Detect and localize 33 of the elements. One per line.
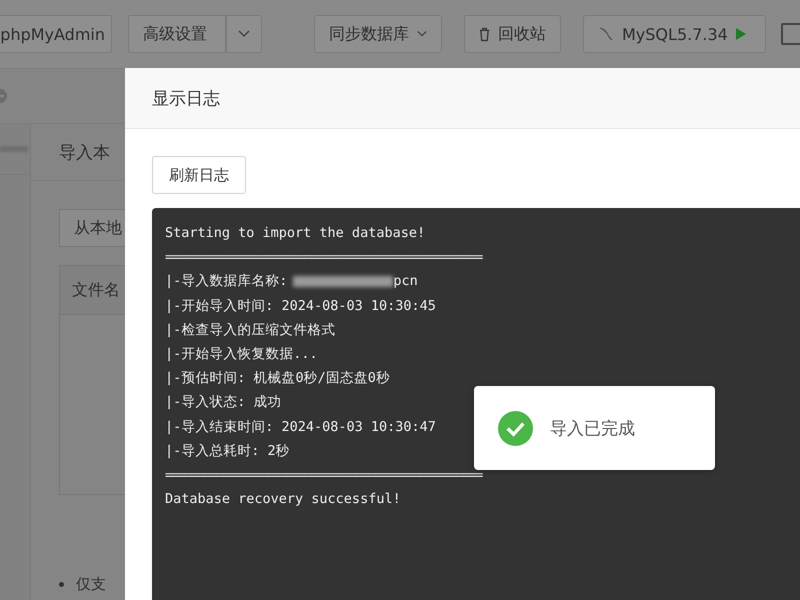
toolbar-button[interactable]: 同步数据库 (314, 15, 442, 53)
play-icon (736, 28, 746, 40)
document-icon[interactable] (781, 23, 800, 45)
log-text: pcn (393, 272, 418, 292)
log-separator: ================================================== (165, 248, 482, 266)
log-line: |-开始导入恢复数据... (165, 345, 318, 364)
log-line: |-导入总耗时: 2秒 (165, 442, 290, 461)
toolbar-button[interactable]: MySQL5.7.34 (583, 15, 766, 53)
modal-title: 显示日志 (152, 88, 220, 110)
log-line: Database recovery successful! (165, 490, 401, 510)
note-text: 仅支 (76, 575, 106, 594)
section-title: 导入本 (59, 142, 110, 164)
log-line: |-导入状态: 成功 (165, 393, 282, 412)
chevron-down-icon (238, 30, 250, 38)
toolbar-button[interactable]: 回收站 (464, 15, 561, 53)
trash-icon (479, 26, 490, 42)
toast-message: 导入已完成 (550, 418, 635, 440)
chevron-down-icon (417, 30, 427, 38)
bullet-icon (59, 582, 64, 587)
log-line: |-检查导入的压缩文件格式 (165, 320, 336, 340)
dropdown-button[interactable] (226, 15, 262, 53)
toolbar-button[interactable]: 高级设置 (128, 15, 226, 53)
log-line: |-导入结束时间: 2024-08-03 10:30:47 (165, 418, 436, 437)
check-circle-icon (498, 410, 533, 446)
log-line: Starting to import the database! (165, 224, 426, 243)
toolbar-button[interactable]: phpMyAdmin (0, 15, 112, 53)
refresh-log-button[interactable]: 刷新日志 (152, 156, 246, 194)
log-line: |-预估时间: 机械盘0秒/固态盘0秒 (165, 369, 390, 388)
log-separator: ================================================== (165, 466, 482, 484)
log-line: |-开始导入时间: 2024-08-03 10:30:45 (165, 296, 436, 316)
upload-button[interactable]: 从本地 (59, 209, 126, 247)
log-line: |-导入数据库名称: (165, 272, 288, 292)
column-header: 文件名 (72, 280, 120, 300)
